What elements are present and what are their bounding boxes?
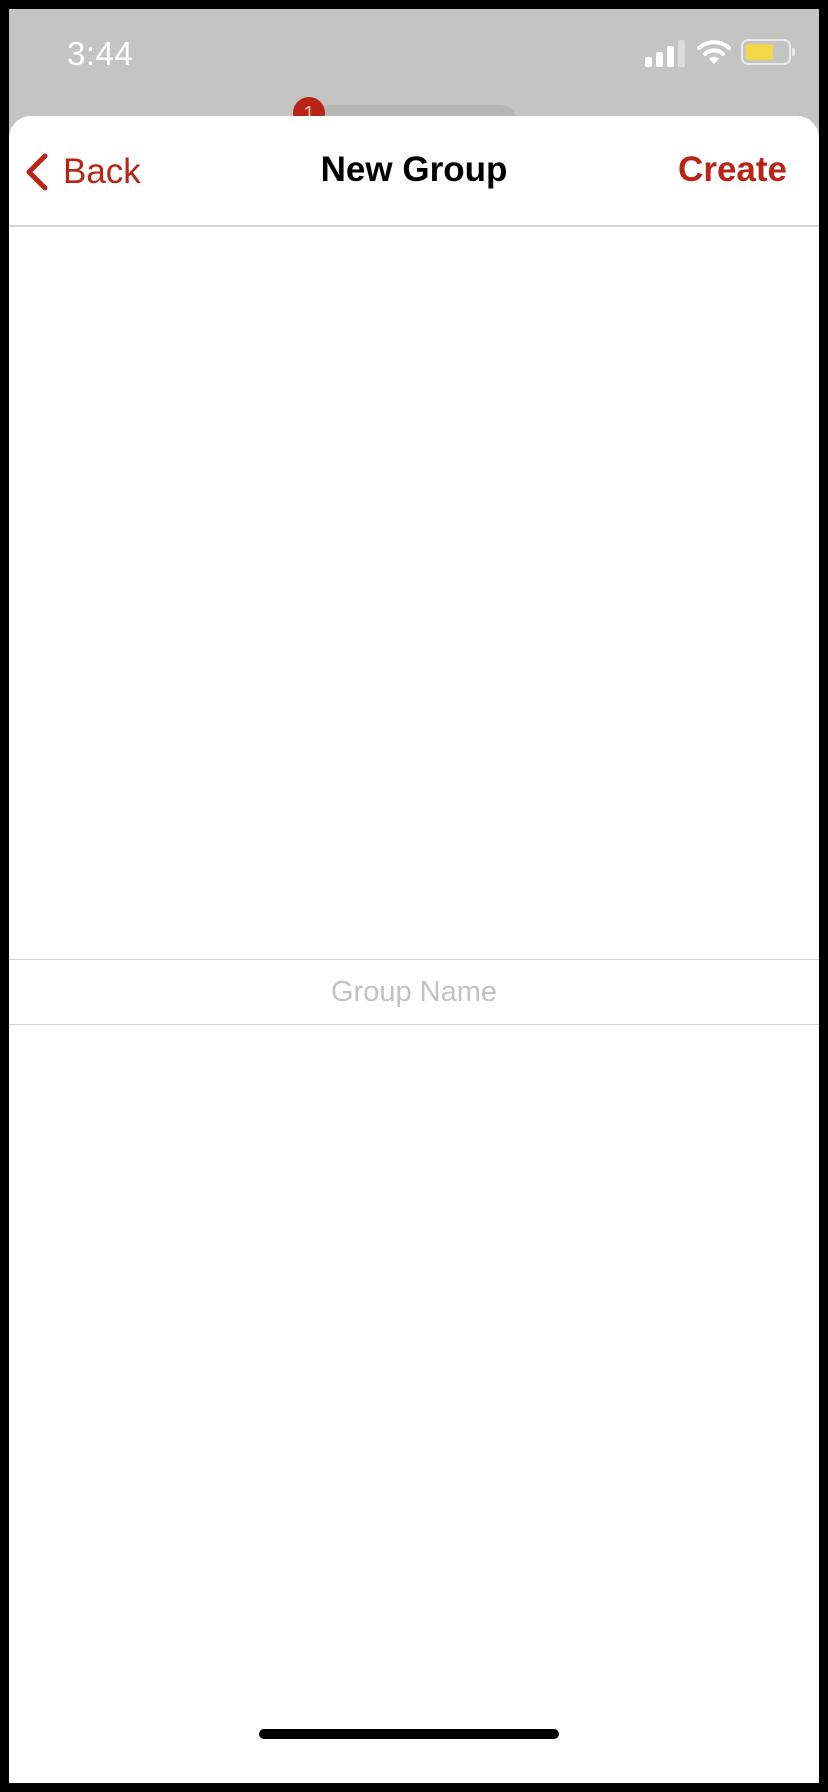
create-button[interactable]: Create	[678, 150, 787, 190]
navigation-bar: Back New Group Create	[9, 116, 819, 227]
battery-icon	[741, 39, 795, 65]
home-indicator[interactable]	[259, 1729, 559, 1739]
cellular-signal-icon	[645, 39, 687, 67]
group-name-input[interactable]	[9, 960, 819, 1024]
status-time: 3:44	[67, 35, 134, 72]
wifi-icon	[697, 40, 731, 64]
status-icons	[645, 39, 795, 67]
new-group-sheet: Back New Group Create	[9, 116, 819, 1783]
group-name-field	[9, 959, 819, 1025]
phone-screen: 3:44 1 Back New Group Create Group Name	[9, 9, 819, 1783]
